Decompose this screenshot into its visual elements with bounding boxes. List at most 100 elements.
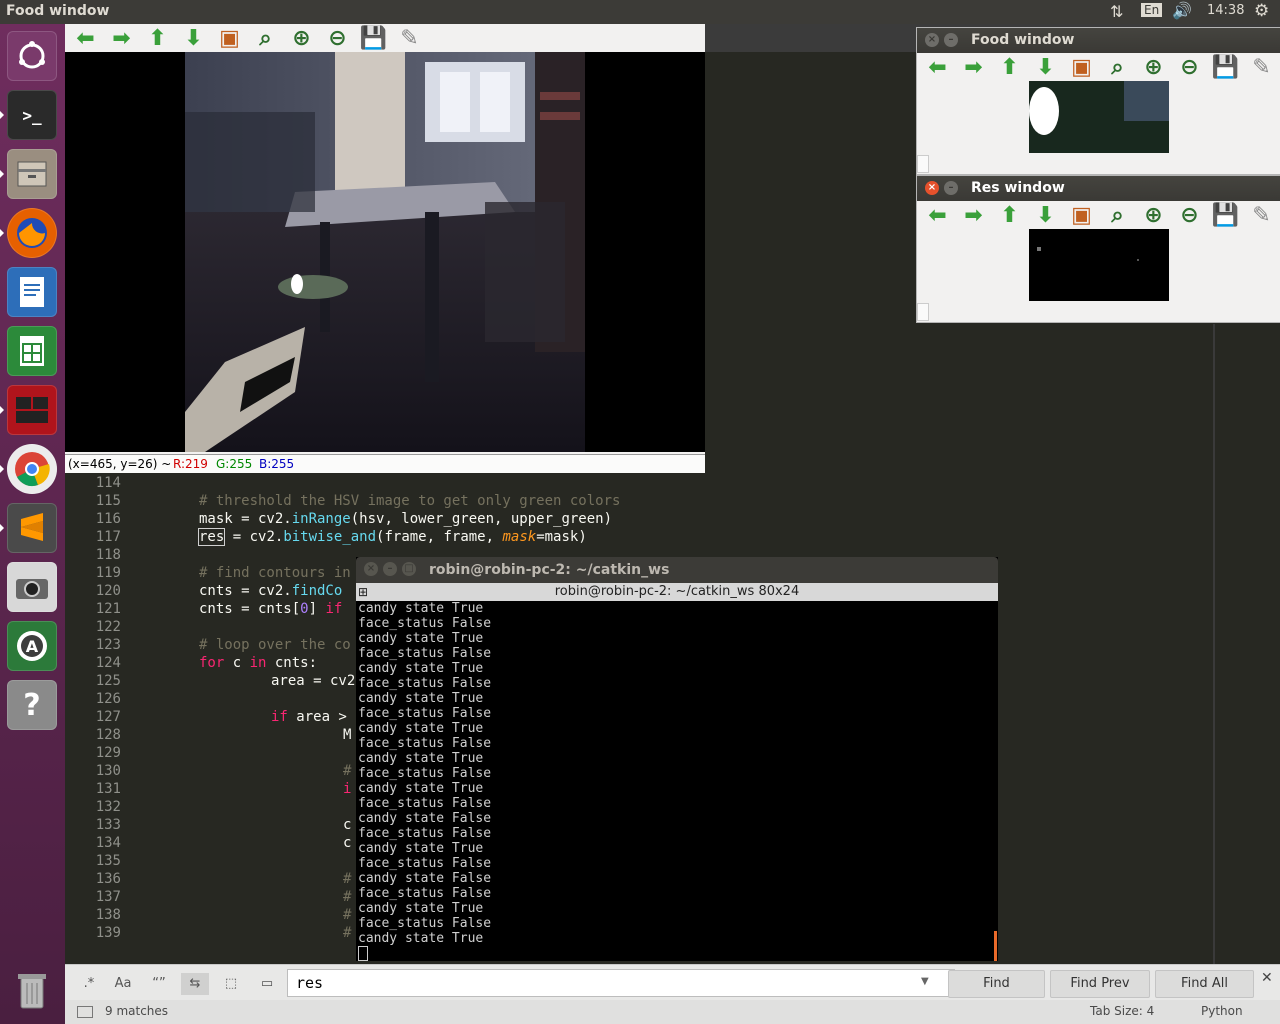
res-window[interactable]: × – Res window ⬅ ➡ ⬆ ⬇ ▣ ⌕ ⊕ ⊖ 💾 ✎ [916,175,1280,323]
properties-icon[interactable]: ✎ [1247,54,1276,80]
picture-icon[interactable]: ▣ [215,25,244,51]
help-icon[interactable]: ? [7,680,57,730]
keyboard-layout-indicator[interactable]: En [1141,3,1163,17]
close-icon[interactable]: ✕ [1261,970,1273,986]
code-line-115[interactable]: # threshold the HSV image to get only gr… [199,493,620,509]
terminal-titlebar[interactable]: × – □ robin@robin-pc-2: ~/catkin_ws [356,557,998,583]
writer-icon[interactable] [7,267,57,317]
tab-size[interactable]: Tab Size: 4 [1090,1004,1154,1018]
code-line-124[interactable]: for c in cnts: [199,655,317,671]
code-line-136[interactable]: # [343,871,351,887]
syntax-mode[interactable]: Python [1201,1004,1243,1018]
terminator-grid-icon[interactable]: ⊞ [358,583,368,601]
line-number: 131 [95,781,121,797]
zoom-fit-icon[interactable]: ⌕ [1103,54,1132,80]
code-line-127[interactable]: if area > [271,709,347,725]
trash-icon[interactable] [7,965,57,1015]
picture-icon[interactable]: ▣ [1067,54,1096,80]
arrow-down-icon[interactable]: ⬇ [1031,202,1060,228]
panel-toggle-icon[interactable] [77,1006,93,1018]
arrow-up-icon[interactable]: ⬆ [995,202,1024,228]
food-window[interactable]: × – Food window ⬅ ➡ ⬆ ⬇ ▣ ⌕ ⊕ ⊖ 💾 ✎ [916,27,1280,175]
code-line-116[interactable]: mask = cv2.inRange(hsv, lower_green, upp… [199,511,612,527]
sublime-text-icon[interactable] [0,503,57,553]
minimize-icon[interactable]: – [944,33,958,47]
arrow-left-icon[interactable]: ⬅ [923,202,952,228]
code-line-139[interactable]: # [343,925,351,941]
code-line-128[interactable]: M [343,727,351,743]
terminator-icon[interactable] [0,385,57,435]
code-line-134[interactable]: c [343,835,351,851]
properties-icon[interactable]: ✎ [1247,202,1276,228]
code-line-125[interactable]: area = cv2 [271,673,355,689]
whole-word-toggle[interactable]: “” [145,973,173,995]
zoom-fit-icon[interactable]: ⌕ [1103,202,1132,228]
arrow-up-icon[interactable]: ⬆ [143,25,172,51]
software-updater-icon[interactable]: A [7,621,57,671]
code-line-119[interactable]: # find contours in [199,565,351,581]
zoom-out-icon[interactable]: ⊖ [323,25,352,51]
find-all-button[interactable]: Find All [1155,970,1254,998]
chrome-icon[interactable] [0,444,57,494]
code-line-130[interactable]: # [343,763,351,779]
files-icon[interactable] [0,149,57,199]
arrow-down-icon[interactable]: ⬇ [1031,54,1060,80]
in-selection-icon[interactable]: ⬚ [217,973,245,995]
save-icon[interactable]: 💾 [359,25,388,51]
dash-icon[interactable] [7,31,57,81]
zoom-fit-icon[interactable]: ⌕ [251,25,280,51]
minimize-icon[interactable]: – [944,181,958,195]
code-line-123[interactable]: # loop over the co [199,637,351,653]
code-line-137[interactable]: # [343,889,351,905]
regex-toggle[interactable]: .* [75,973,103,995]
code-line-133[interactable]: c [343,817,351,833]
terminal-window[interactable]: × – □ robin@robin-pc-2: ~/catkin_ws ⊞ ro… [356,557,998,961]
gear-icon[interactable]: ⚙ [1254,1,1269,21]
arrow-right-icon[interactable]: ➡ [959,54,988,80]
close-icon[interactable]: × [925,181,939,195]
code-line-121[interactable]: cnts = cnts[0] if [199,601,342,617]
network-icon[interactable]: ⇅ [1110,2,1123,21]
food-window-main[interactable]: ⬅ ➡ ⬆ ⬇ ▣ ⌕ ⊕ ⊖ 💾 ✎ (x=465, y=26) ~ R:21… [65,24,705,473]
code-line-131[interactable]: i [343,781,351,797]
arrow-right-icon[interactable]: ➡ [107,25,136,51]
zoom-in-icon[interactable]: ⊕ [287,25,316,51]
close-icon[interactable]: × [925,33,939,47]
code-line-117[interactable]: res = cv2.bitwise_and(frame, frame, mask… [197,528,587,546]
terminal-scrollbar[interactable] [994,931,997,961]
food-window-titlebar[interactable]: × – Food window [917,28,1280,53]
calc-icon[interactable] [7,326,57,376]
find-input[interactable]: res [287,969,955,997]
clock[interactable]: 14:38 [1207,3,1244,18]
code-line-138[interactable]: # [343,907,351,923]
zoom-in-icon[interactable]: ⊕ [1139,54,1168,80]
find-button[interactable]: Find [948,970,1045,998]
find-prev-button[interactable]: Find Prev [1050,970,1150,998]
maximize-icon[interactable]: □ [402,562,416,576]
minimize-icon[interactable]: – [383,562,397,576]
firefox-icon[interactable] [0,208,57,258]
code-line-120[interactable]: cnts = cv2.findCo [199,583,342,599]
terminal-icon[interactable]: >_ [0,90,57,140]
case-toggle[interactable]: Aa [109,973,137,995]
arrow-left-icon[interactable]: ⬅ [71,25,100,51]
properties-icon[interactable]: ✎ [395,25,424,51]
arrow-up-icon[interactable]: ⬆ [995,54,1024,80]
zoom-out-icon[interactable]: ⊖ [1175,54,1204,80]
chevron-down-icon[interactable]: ▼ [921,976,929,987]
zoom-out-icon[interactable]: ⊖ [1175,202,1204,228]
match-count: 9 matches [105,1004,169,1018]
res-window-titlebar[interactable]: × – Res window [917,176,1280,201]
arrow-left-icon[interactable]: ⬅ [923,54,952,80]
picture-icon[interactable]: ▣ [1067,202,1096,228]
arrow-down-icon[interactable]: ⬇ [179,25,208,51]
highlight-matches-icon[interactable]: ▭ [253,973,281,995]
arrow-right-icon[interactable]: ➡ [959,202,988,228]
volume-icon[interactable]: 🔊 [1172,1,1192,20]
camera-icon[interactable] [7,562,57,612]
save-icon[interactable]: 💾 [1211,54,1240,80]
save-icon[interactable]: 💾 [1211,202,1240,228]
zoom-in-icon[interactable]: ⊕ [1139,202,1168,228]
wrap-icon[interactable]: ⇆ [181,973,209,995]
close-icon[interactable]: × [364,562,378,576]
